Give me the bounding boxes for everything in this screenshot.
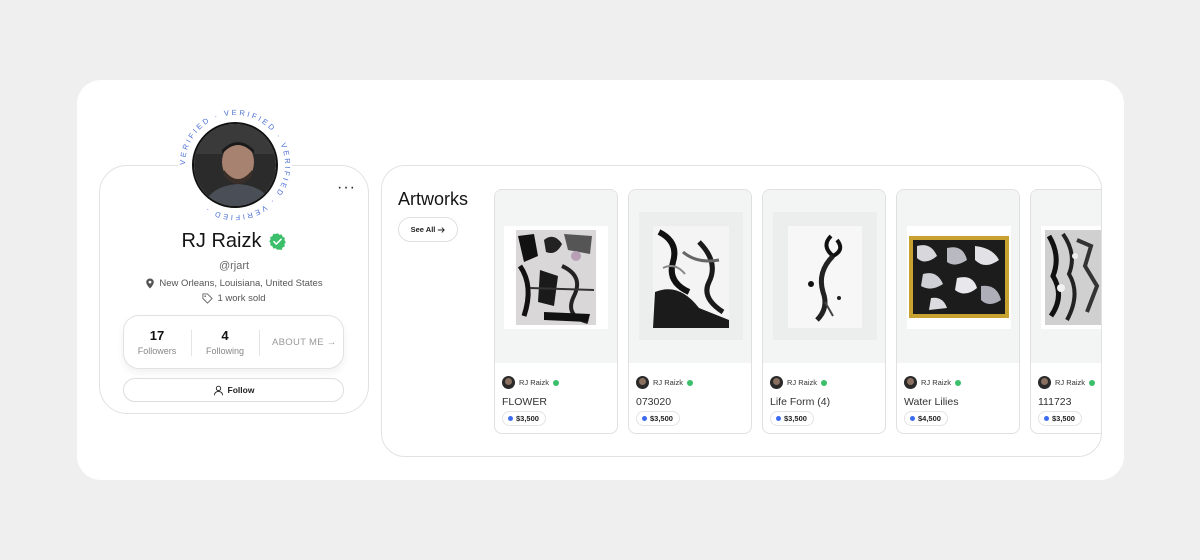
price-value: $3,500 <box>516 414 539 423</box>
artwork-price: $3,500 <box>1038 411 1082 426</box>
artworks-panel: Artworks See All RJ Raizk FLOWER $3,500 … <box>381 165 1102 457</box>
artwork-artist: RJ Raizk <box>502 376 560 389</box>
artwork-price: $4,500 <box>904 411 948 426</box>
artwork-artist: RJ Raizk <box>1038 376 1096 389</box>
followers-label: Followers <box>137 346 177 356</box>
artwork-thumbnail <box>1041 226 1101 329</box>
price-value: $3,500 <box>650 414 673 423</box>
artist-avatar <box>502 376 515 389</box>
artist-avatar <box>770 376 783 389</box>
artist-avatar <box>636 376 649 389</box>
artist-avatar <box>904 376 917 389</box>
artist-name: RJ Raizk <box>653 378 684 387</box>
price-value: $3,500 <box>1052 414 1075 423</box>
see-all-button[interactable]: See All <box>398 217 458 242</box>
artist-avatar <box>1038 376 1051 389</box>
artwork-thumbnail <box>773 212 877 340</box>
artwork-thumbnail <box>907 226 1011 329</box>
stats-divider <box>191 330 192 356</box>
profile-avatar-with-verified-ring: VERIFIED · VERIFIED · VERIFIED · VERIFIE… <box>177 107 293 223</box>
artist-name: RJ Raizk <box>1055 378 1086 387</box>
verified-dot-icon <box>821 379 828 386</box>
verified-dot-icon <box>955 379 962 386</box>
artwork-card[interactable]: RJ Raizk FLOWER $3,500 <box>494 189 618 434</box>
artwork-artist: RJ Raizk <box>904 376 962 389</box>
artwork-card[interactable]: RJ Raizk Life Form (4) $3,500 <box>762 189 886 434</box>
artist-name: RJ Raizk <box>519 378 550 387</box>
artwork-title: 111723 <box>1038 396 1072 408</box>
profile-stats: 17 Followers 4 Following ABOUT ME → <box>123 315 344 369</box>
followers-stat[interactable]: 17 Followers <box>134 328 180 356</box>
artwork-card[interactable]: RJ Raizk 111723 $3,500 <box>1030 189 1101 434</box>
location-text: New Orleans, Louisiana, United States <box>159 278 323 289</box>
stats-divider <box>259 330 260 356</box>
verified-dot-icon <box>553 379 560 386</box>
tag-icon <box>202 293 214 304</box>
followers-count: 17 <box>149 328 165 343</box>
verified-badge-icon <box>268 233 286 250</box>
artwork-image-area <box>629 190 751 363</box>
about-me-link[interactable]: ABOUT ME → <box>272 337 337 348</box>
artwork-thumbnail <box>639 212 743 340</box>
profile-location: New Orleans, Louisiana, United States <box>99 278 369 289</box>
price-dot-icon <box>508 416 513 421</box>
artwork-card[interactable]: RJ Raizk 073020 $3,500 <box>628 189 752 434</box>
artwork-thumbnail <box>504 226 608 329</box>
artwork-image-area <box>495 190 617 363</box>
price-value: $4,500 <box>918 414 941 423</box>
profile-handle: @rjart <box>218 260 250 272</box>
arrow-right-icon <box>438 226 446 233</box>
location-pin-icon <box>146 278 155 289</box>
price-dot-icon <box>910 416 915 421</box>
profile-name: RJ Raizk <box>181 230 262 252</box>
user-icon <box>213 385 223 395</box>
price-value: $3,500 <box>784 414 807 423</box>
artwork-artist: RJ Raizk <box>636 376 694 389</box>
verified-dot-icon <box>687 379 694 386</box>
following-stat[interactable]: 4 Following <box>204 328 246 356</box>
artwork-card[interactable]: RJ Raizk Water Lilies $4,500 <box>896 189 1020 434</box>
following-count: 4 <box>221 328 229 343</box>
artwork-artist: RJ Raizk <box>770 376 828 389</box>
artwork-title: Water Lilies <box>904 396 959 408</box>
follow-button[interactable]: Follow <box>123 378 344 402</box>
works-sold-text: 1 work sold <box>217 293 266 304</box>
artwork-price: $3,500 <box>636 411 680 426</box>
follow-label: Follow <box>227 385 255 395</box>
avatar[interactable] <box>192 122 278 208</box>
following-label: Following <box>205 346 245 356</box>
artist-name: RJ Raizk <box>787 378 818 387</box>
profile-name-row: RJ Raizk <box>99 230 369 253</box>
profile-works-sold: 1 work sold <box>99 293 369 304</box>
artwork-title: 073020 <box>636 396 672 408</box>
artist-name: RJ Raizk <box>921 378 952 387</box>
price-dot-icon <box>1044 416 1049 421</box>
artwork-image-area <box>897 190 1019 363</box>
artwork-price: $3,500 <box>770 411 814 426</box>
artwork-price: $3,500 <box>502 411 546 426</box>
see-all-label: See All <box>410 225 436 234</box>
verified-dot-icon <box>1089 379 1096 386</box>
more-options-icon[interactable]: ··· <box>337 180 356 196</box>
artworks-title: Artworks <box>398 189 469 209</box>
artwork-title: Life Form (4) <box>770 396 831 408</box>
price-dot-icon <box>642 416 647 421</box>
artwork-image-area <box>1031 190 1101 363</box>
price-dot-icon <box>776 416 781 421</box>
artwork-title: FLOWER <box>502 396 547 408</box>
artwork-image-area <box>763 190 885 363</box>
